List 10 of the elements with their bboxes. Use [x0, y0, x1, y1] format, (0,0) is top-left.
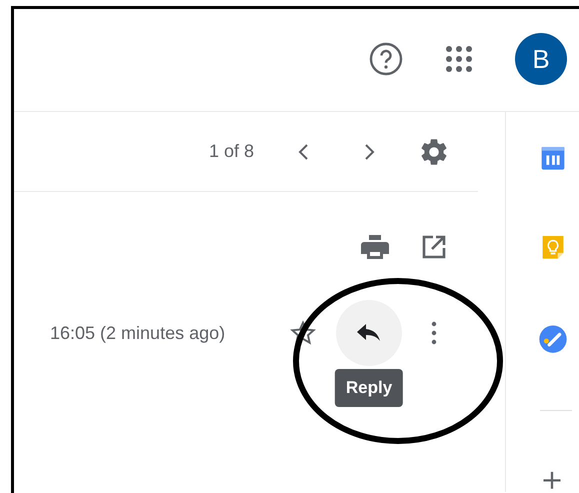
reply-button[interactable]: [336, 300, 402, 366]
tasks-check-icon[interactable]: [538, 325, 568, 354]
help-icon[interactable]: [369, 42, 403, 76]
message-time: 16:05 (2 minutes ago): [50, 322, 226, 344]
calendar-icon[interactable]: [540, 146, 566, 171]
apps-grid-icon[interactable]: [445, 45, 473, 73]
account-avatar[interactable]: B: [515, 33, 567, 85]
star-icon[interactable]: [290, 320, 316, 346]
page-counter: 1 of 8: [208, 141, 254, 162]
reply-tooltip: Reply: [334, 369, 404, 407]
